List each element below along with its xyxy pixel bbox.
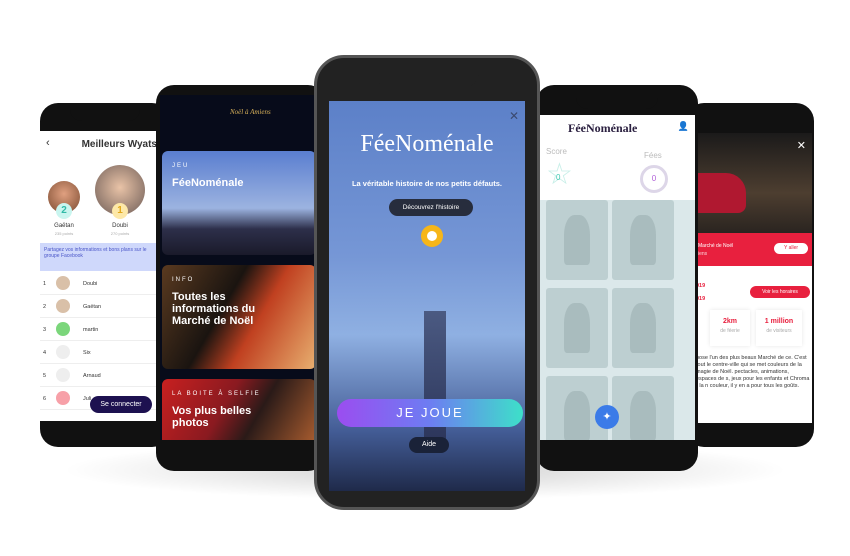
- connect-button[interactable]: Se connecter: [90, 396, 152, 413]
- rank: 3: [43, 327, 47, 333]
- table-row[interactable]: 5 Arnaud: [40, 364, 165, 387]
- avatar: [56, 345, 70, 359]
- avatar: [56, 276, 70, 290]
- fairy-tile[interactable]: [612, 376, 674, 440]
- card-game[interactable]: JEU FéeNoménale: [162, 151, 316, 255]
- game-title: FéeNoménale: [360, 131, 494, 157]
- hours-button[interactable]: Voir les horaires: [750, 286, 810, 298]
- rank: 1: [43, 281, 47, 287]
- card-kicker: LA BOITE À SELFIE: [172, 391, 261, 397]
- phone-game: FéeNoménale 👤 Score ☆ 0 Fées 0 ✦: [536, 85, 698, 471]
- card-kicker: JEU: [172, 163, 190, 169]
- card-title: FéeNoménale: [172, 177, 244, 189]
- play-icon[interactable]: [421, 225, 443, 247]
- rank: 2: [43, 304, 47, 310]
- fairies-label: Fées: [644, 151, 662, 160]
- phone-game-intro: ✕ FéeNoménale La véritable histoire de n…: [314, 55, 540, 510]
- play-button[interactable]: JE JOUE: [337, 399, 523, 427]
- fairy-tile[interactable]: [546, 288, 608, 368]
- market-screen: ✕ Marché de Noël iens Y aller 019 019 Vo…: [696, 133, 812, 423]
- player-name: Six: [83, 350, 91, 356]
- card-title: Vos plus belles photos: [172, 405, 252, 429]
- player-name: Arnaud: [83, 373, 101, 379]
- phone-home: Noël à Amiens JEU FéeNoménale INFO Toute…: [156, 85, 326, 471]
- facebook-banner[interactable]: Partagez vos informations et bons plans …: [40, 243, 165, 271]
- phone-leaderboard: ‹ Meilleurs Wyats 2 Gaëtan 235 points 1 …: [40, 103, 170, 447]
- home-screen: Noël à Amiens JEU FéeNoménale INFO Toute…: [160, 95, 320, 440]
- avatar: [56, 299, 70, 313]
- stat-card: 2km de féerie: [710, 310, 750, 346]
- star-icon: ☆: [546, 158, 573, 191]
- fairy-tile[interactable]: [546, 200, 608, 280]
- card-info[interactable]: INFO Toutes les informations du Marché d…: [162, 265, 316, 369]
- leaderboard-screen: ‹ Meilleurs Wyats 2 Gaëtan 235 points 1 …: [40, 131, 165, 421]
- stat-card: 1 million de visiteurs: [756, 310, 802, 346]
- game-subtitle: La véritable histoire de nos petits défa…: [351, 179, 503, 188]
- go-button[interactable]: Y aller: [774, 243, 808, 254]
- score-label: Score: [546, 147, 567, 156]
- game-screen: FéeNoménale 👤 Score ☆ 0 Fées 0 ✦: [540, 115, 695, 440]
- logo: FéeNoménale: [568, 121, 638, 135]
- fairy-tile[interactable]: [612, 288, 674, 368]
- score-value: 0: [556, 173, 561, 182]
- card-title: Toutes les informations du Marché de Noë…: [172, 291, 256, 327]
- rank-badge: 2: [56, 203, 72, 219]
- market-photo: ✕: [696, 133, 812, 233]
- player-name: Doubi: [83, 281, 98, 287]
- logo: Noël à Amiens: [230, 108, 271, 116]
- podium-points: 235 points: [54, 231, 74, 236]
- avatar: [56, 391, 70, 405]
- podium-name: Doubi: [112, 223, 128, 229]
- table-row[interactable]: 1 Doubi: [40, 272, 165, 295]
- player-name: martin: [83, 327, 99, 333]
- help-button[interactable]: Aide: [409, 437, 449, 453]
- podium-name: Gaëtan: [54, 223, 74, 229]
- fairy-grid: [540, 200, 695, 440]
- phone-market: ✕ Marché de Noël iens Y aller 019 019 Vo…: [686, 103, 814, 447]
- page-title: Meilleurs Wyats: [81, 139, 157, 150]
- card-kicker: INFO: [172, 277, 195, 283]
- close-icon[interactable]: ✕: [797, 139, 806, 152]
- table-row[interactable]: 2 Gaëtan: [40, 295, 165, 318]
- podium-points: 270 points: [110, 231, 130, 236]
- rank: 6: [43, 396, 47, 402]
- table-row[interactable]: 3 martin: [40, 318, 165, 341]
- avatar: [56, 322, 70, 336]
- user-icon[interactable]: 👤: [678, 121, 689, 132]
- discover-story-button[interactable]: Découvrez l'histoire: [389, 199, 473, 216]
- fairies-value: 0: [640, 165, 668, 193]
- close-icon[interactable]: ✕: [509, 109, 519, 123]
- avatar: [56, 368, 70, 382]
- player-name: Gaëtan: [83, 304, 102, 310]
- table-row[interactable]: 4 Six: [40, 341, 165, 364]
- belfry-illustration: [424, 311, 446, 451]
- rank: 5: [43, 373, 47, 379]
- description: pose l'un des plus beaux Marché de ce. C…: [696, 355, 810, 389]
- rank: 4: [43, 350, 47, 356]
- magic-wand-icon[interactable]: ✦: [595, 405, 619, 429]
- game-intro-screen: ✕ FéeNoménale La véritable histoire de n…: [329, 101, 525, 491]
- fairy-tile[interactable]: [612, 200, 674, 280]
- card-selfie[interactable]: LA BOITE À SELFIE Vos plus belles photos: [162, 379, 316, 440]
- rank-badge: 1: [112, 203, 128, 219]
